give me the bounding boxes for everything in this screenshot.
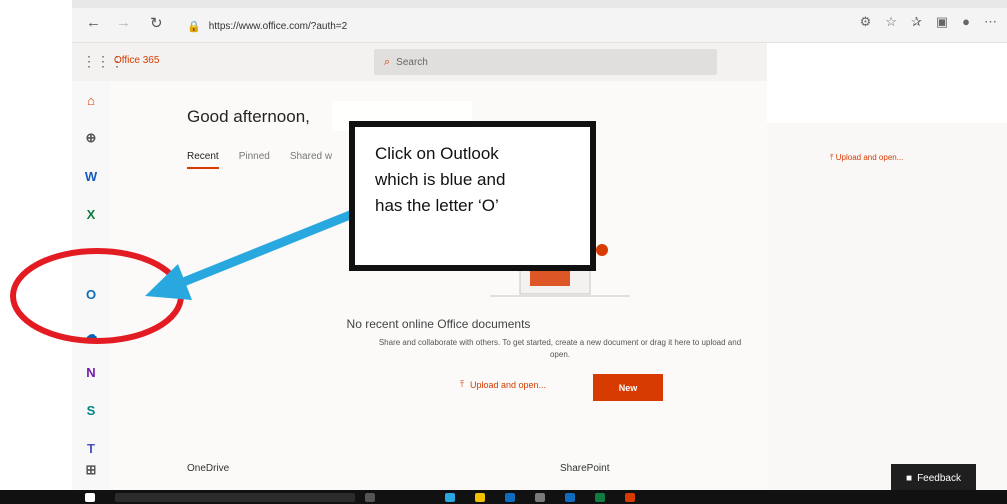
favorites-icon[interactable]: ✰	[911, 14, 922, 30]
upload-icon: ⤒	[830, 153, 834, 162]
windows-taskbar	[0, 490, 1007, 504]
taskbar-app-icon[interactable]	[365, 493, 375, 502]
upload-and-open-link[interactable]: ⤒ Upload and open...	[460, 379, 546, 390]
app-name[interactable]: Office 365	[114, 55, 159, 66]
new-button[interactable]: New	[593, 374, 663, 401]
excel-icon[interactable]: X	[81, 204, 101, 224]
callout-line-2: which is blue and	[375, 170, 506, 189]
taskbar-app-icon[interactable]	[595, 493, 605, 502]
feedback-button[interactable]: ■ Feedback	[891, 464, 976, 492]
outlook-icon[interactable]: O	[81, 284, 101, 304]
callout-line-1: Click on Outlook	[375, 144, 499, 163]
onenote-icon[interactable]: N	[81, 362, 101, 382]
address-bar[interactable]: 🔒 https://www.office.com/?auth=2	[187, 17, 887, 35]
arrow-left-icon[interactable]: ←	[86, 14, 101, 31]
taskbar-app-icon[interactable]	[565, 493, 575, 502]
section-sharepoint: SharePoint	[560, 463, 610, 474]
star-icon[interactable]: ☆	[885, 14, 897, 30]
collections-icon[interactable]: ▣	[936, 14, 948, 30]
tab-pinned[interactable]: Pinned	[239, 151, 270, 169]
empty-state-title: No recent online Office documents	[346, 317, 531, 331]
edge-icon[interactable]	[445, 493, 455, 502]
arrow-right-icon[interactable]: →	[116, 14, 131, 31]
app-header: ⋮⋮⋮ Office 365 ⌕ Search	[72, 43, 767, 81]
upload-label: Upload and open...	[469, 379, 547, 390]
all-apps-icon[interactable]: ⊞	[81, 460, 101, 480]
app-rail: ⌂ ⊕ W X O ☁ N S T ⊞	[72, 81, 113, 504]
tab-shared[interactable]: Shared w	[290, 151, 332, 169]
start-icon[interactable]	[85, 493, 95, 502]
empty-state-subtitle: Share and collaborate with others. To ge…	[378, 338, 742, 359]
taskbar-app-icon[interactable]	[535, 493, 545, 502]
search-icon: ⌕	[384, 55, 391, 68]
callout-line-3: has the letter ‘O’	[375, 196, 499, 215]
upload-and-open-top-link[interactable]: ⤒ Upload and open...	[830, 153, 903, 163]
home-icon[interactable]: ⌂	[81, 90, 101, 110]
url-text: https://www.office.com/?auth=2	[208, 20, 348, 32]
search-box[interactable]: ⌕ Search	[374, 49, 717, 75]
search-placeholder: Search	[396, 56, 428, 68]
header-right-area	[767, 43, 1007, 123]
taskbar-app-icon[interactable]	[625, 493, 635, 502]
right-panel	[767, 123, 1007, 504]
profile-icon[interactable]: ●	[962, 14, 970, 30]
section-onedrive: OneDrive	[187, 463, 230, 474]
mail-icon[interactable]	[505, 493, 515, 502]
taskbar-search[interactable]	[115, 493, 355, 502]
upload-icon: ⤒	[460, 379, 464, 389]
browser-actions: ⚙ ☆ ✰ ▣ ● ⋯	[860, 14, 997, 30]
file-explorer-icon[interactable]	[475, 493, 485, 502]
feedback-icon: ■	[906, 472, 913, 484]
teams-icon[interactable]: T	[81, 438, 101, 458]
sharepoint-icon[interactable]: S	[81, 400, 101, 420]
instruction-callout: Click on Outlook which is blue and has t…	[349, 121, 596, 271]
settings-icon[interactable]: ⚙	[860, 14, 872, 30]
onedrive-icon[interactable]: ☁	[81, 325, 101, 345]
tab-recent[interactable]: Recent	[187, 151, 219, 169]
upload-label-top: Upload and open...	[835, 153, 904, 162]
browser-toolbar: ← → ↻ 🔒 https://www.office.com/?auth=2 ⚙…	[72, 0, 1007, 43]
greeting: Good afternoon,	[187, 107, 310, 126]
word-icon[interactable]: W	[81, 166, 101, 186]
lock-icon: 🔒	[187, 20, 201, 33]
more-icon[interactable]: ⋯	[984, 14, 997, 30]
create-icon[interactable]: ⊕	[81, 128, 101, 148]
refresh-icon[interactable]: ↻	[150, 14, 163, 32]
tab-strip	[72, 0, 1007, 8]
document-tabs: Recent Pinned Shared w	[187, 151, 332, 169]
feedback-label: Feedback	[917, 472, 961, 484]
